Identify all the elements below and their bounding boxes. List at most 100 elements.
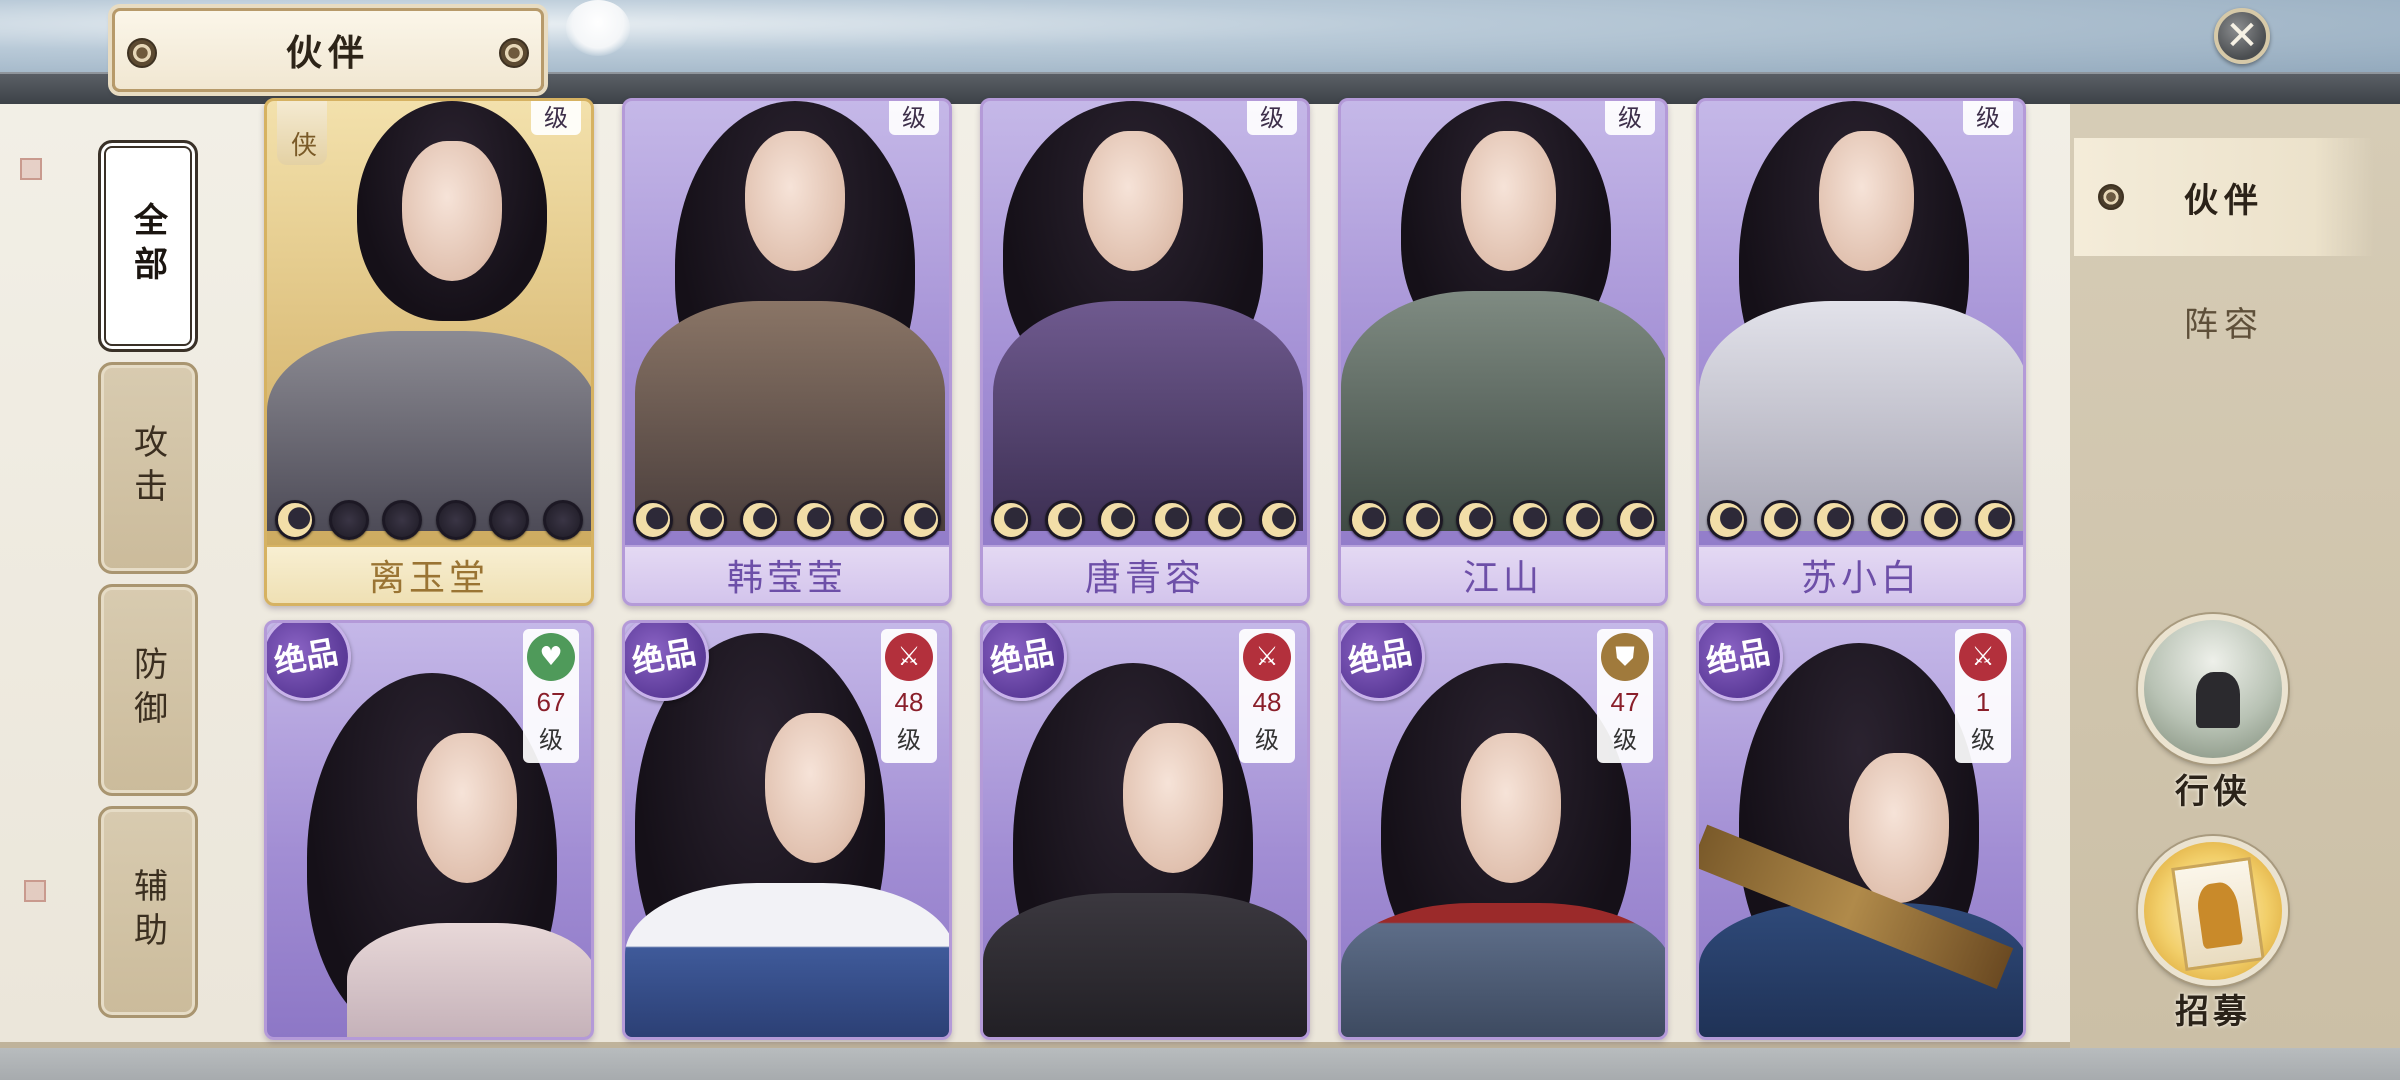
star-lit-icon [275,500,315,540]
star-lit-icon [740,500,781,540]
shield-icon: ⛊ [1601,633,1649,681]
level-suffix: 级 [1971,726,1995,754]
partner-name: 唐青容 [983,545,1307,603]
filter-tab-attack[interactable]: 攻击 [98,362,198,574]
level-box: ⚔ 48 级 [881,629,937,763]
star-lit-icon [1349,500,1389,540]
star-lit-icon [1258,500,1299,540]
star-lit-icon [1402,500,1443,540]
star-row [1349,499,1657,541]
star-lit-icon [1707,500,1747,540]
star-lit-icon [991,500,1031,540]
star-empty-icon [542,500,583,540]
recruit-button[interactable] [2138,836,2288,986]
star-empty-icon [489,500,530,540]
level-suffix: 级 [531,101,581,135]
tab-lineup[interactable]: 阵容 [2074,262,2374,380]
bottom-strip [0,1048,2400,1080]
level-suffix: 级 [1247,101,1297,135]
wander-button[interactable] [2138,614,2288,764]
level-value: 48 [894,687,924,717]
seal-stamp [20,158,42,180]
level-box: ⛊ 47 级 [1597,629,1653,763]
partner-card[interactable]: 绝品 ⛊ 47 级 [1338,620,1668,1040]
star-lit-icon [1563,500,1604,540]
partner-card[interactable]: 级 江山 [1338,98,1668,606]
crossed-swords-icon: ⚔ [1243,633,1291,681]
level-box: ⚔ 1 级 [1955,629,2011,763]
filter-tab-label: 攻击 [127,424,168,512]
star-lit-icon [1616,500,1657,540]
knot-ornament-icon [499,38,529,68]
filter-tab-label: 全部 [127,202,168,290]
crossed-swords-icon: ⚔ [1959,633,2007,681]
heart-icon: ♥ [527,633,575,681]
close-icon: ✕ [2225,13,2259,59]
knot-ornament-icon [2098,184,2124,210]
star-lit-icon [900,500,941,540]
filter-tab-label: 辅助 [127,868,168,956]
star-empty-icon [435,500,476,540]
star-lit-icon [1974,500,2015,540]
crossed-swords-icon: ⚔ [885,633,933,681]
knot-ornament-icon [127,38,157,68]
seal-stamp [24,880,46,902]
level-suffix: 级 [1613,726,1637,754]
partner-card[interactable]: 级 唐青容 [980,98,1310,606]
star-lit-icon [1867,500,1908,540]
recruit-card-icon [2171,856,2265,972]
partner-card[interactable]: 侠 级 离玉堂 [264,98,594,606]
star-row [991,499,1299,541]
partner-name: 韩莹莹 [625,545,949,603]
rank-banner: 侠 [277,101,327,165]
star-empty-icon [382,500,423,540]
partner-card[interactable]: 级 苏小白 [1696,98,2026,606]
level-suffix: 级 [1963,101,2013,135]
star-lit-icon [686,500,727,540]
tab-partners[interactable]: 伙伴 [2074,138,2374,256]
star-lit-icon [1456,500,1497,540]
star-lit-icon [1151,500,1192,540]
level-suffix: 级 [889,101,939,135]
level-suffix: 级 [539,726,563,754]
partner-card[interactable]: 绝品 ⚔ 1 级 [1696,620,2026,1040]
level-suffix: 级 [1605,101,1655,135]
horse-rider-icon [2196,672,2240,728]
level-suffix: 级 [1255,726,1279,754]
star-lit-icon [793,500,834,540]
partner-panel: 全部 攻击 防御 辅助 侠 级 离玉堂 级 韩莹莹 级 唐青容 级 江山 级 苏… [0,98,2070,1048]
star-row [275,499,583,541]
level-value: 67 [536,687,566,717]
star-lit-icon [633,500,673,540]
star-lit-icon [847,500,888,540]
filter-tab-defense[interactable]: 防御 [98,584,198,796]
partner-card[interactable]: 绝品 ♥ 67 级 [264,620,594,1040]
star-lit-icon [1814,500,1855,540]
partner-card[interactable]: 级 韩莹莹 [622,98,952,606]
filter-tab-all[interactable]: 全部 [98,140,198,352]
filter-tab-support[interactable]: 辅助 [98,806,198,1018]
star-lit-icon [1044,500,1085,540]
star-lit-icon [1205,500,1246,540]
level-box: ♥ 67 级 [523,629,579,763]
tab-label: 伙伴 [2184,180,2264,221]
partner-card[interactable]: 绝品 ⚔ 48 级 [980,620,1310,1040]
partner-card[interactable]: 绝品 ⚔ 48 级 [622,620,952,1040]
tab-label: 阵容 [2184,304,2264,345]
star-row [1707,499,2015,541]
star-lit-icon [1760,500,1801,540]
close-button[interactable]: ✕ [2214,8,2270,64]
star-row [633,499,941,541]
star-lit-icon [1509,500,1550,540]
partner-name: 江山 [1341,545,1665,603]
star-lit-icon [1098,500,1139,540]
title-plaque: 伙伴 [112,8,544,92]
star-empty-icon [328,500,369,540]
partner-name: 离玉堂 [267,545,591,603]
filter-tab-label: 防御 [127,646,168,734]
page-title: 伙伴 [285,32,370,74]
recruit-label: 招募 [2175,992,2251,1032]
level-box: ⚔ 48 级 [1239,629,1295,763]
star-lit-icon [1921,500,1962,540]
level-value: 48 [1252,687,1282,717]
